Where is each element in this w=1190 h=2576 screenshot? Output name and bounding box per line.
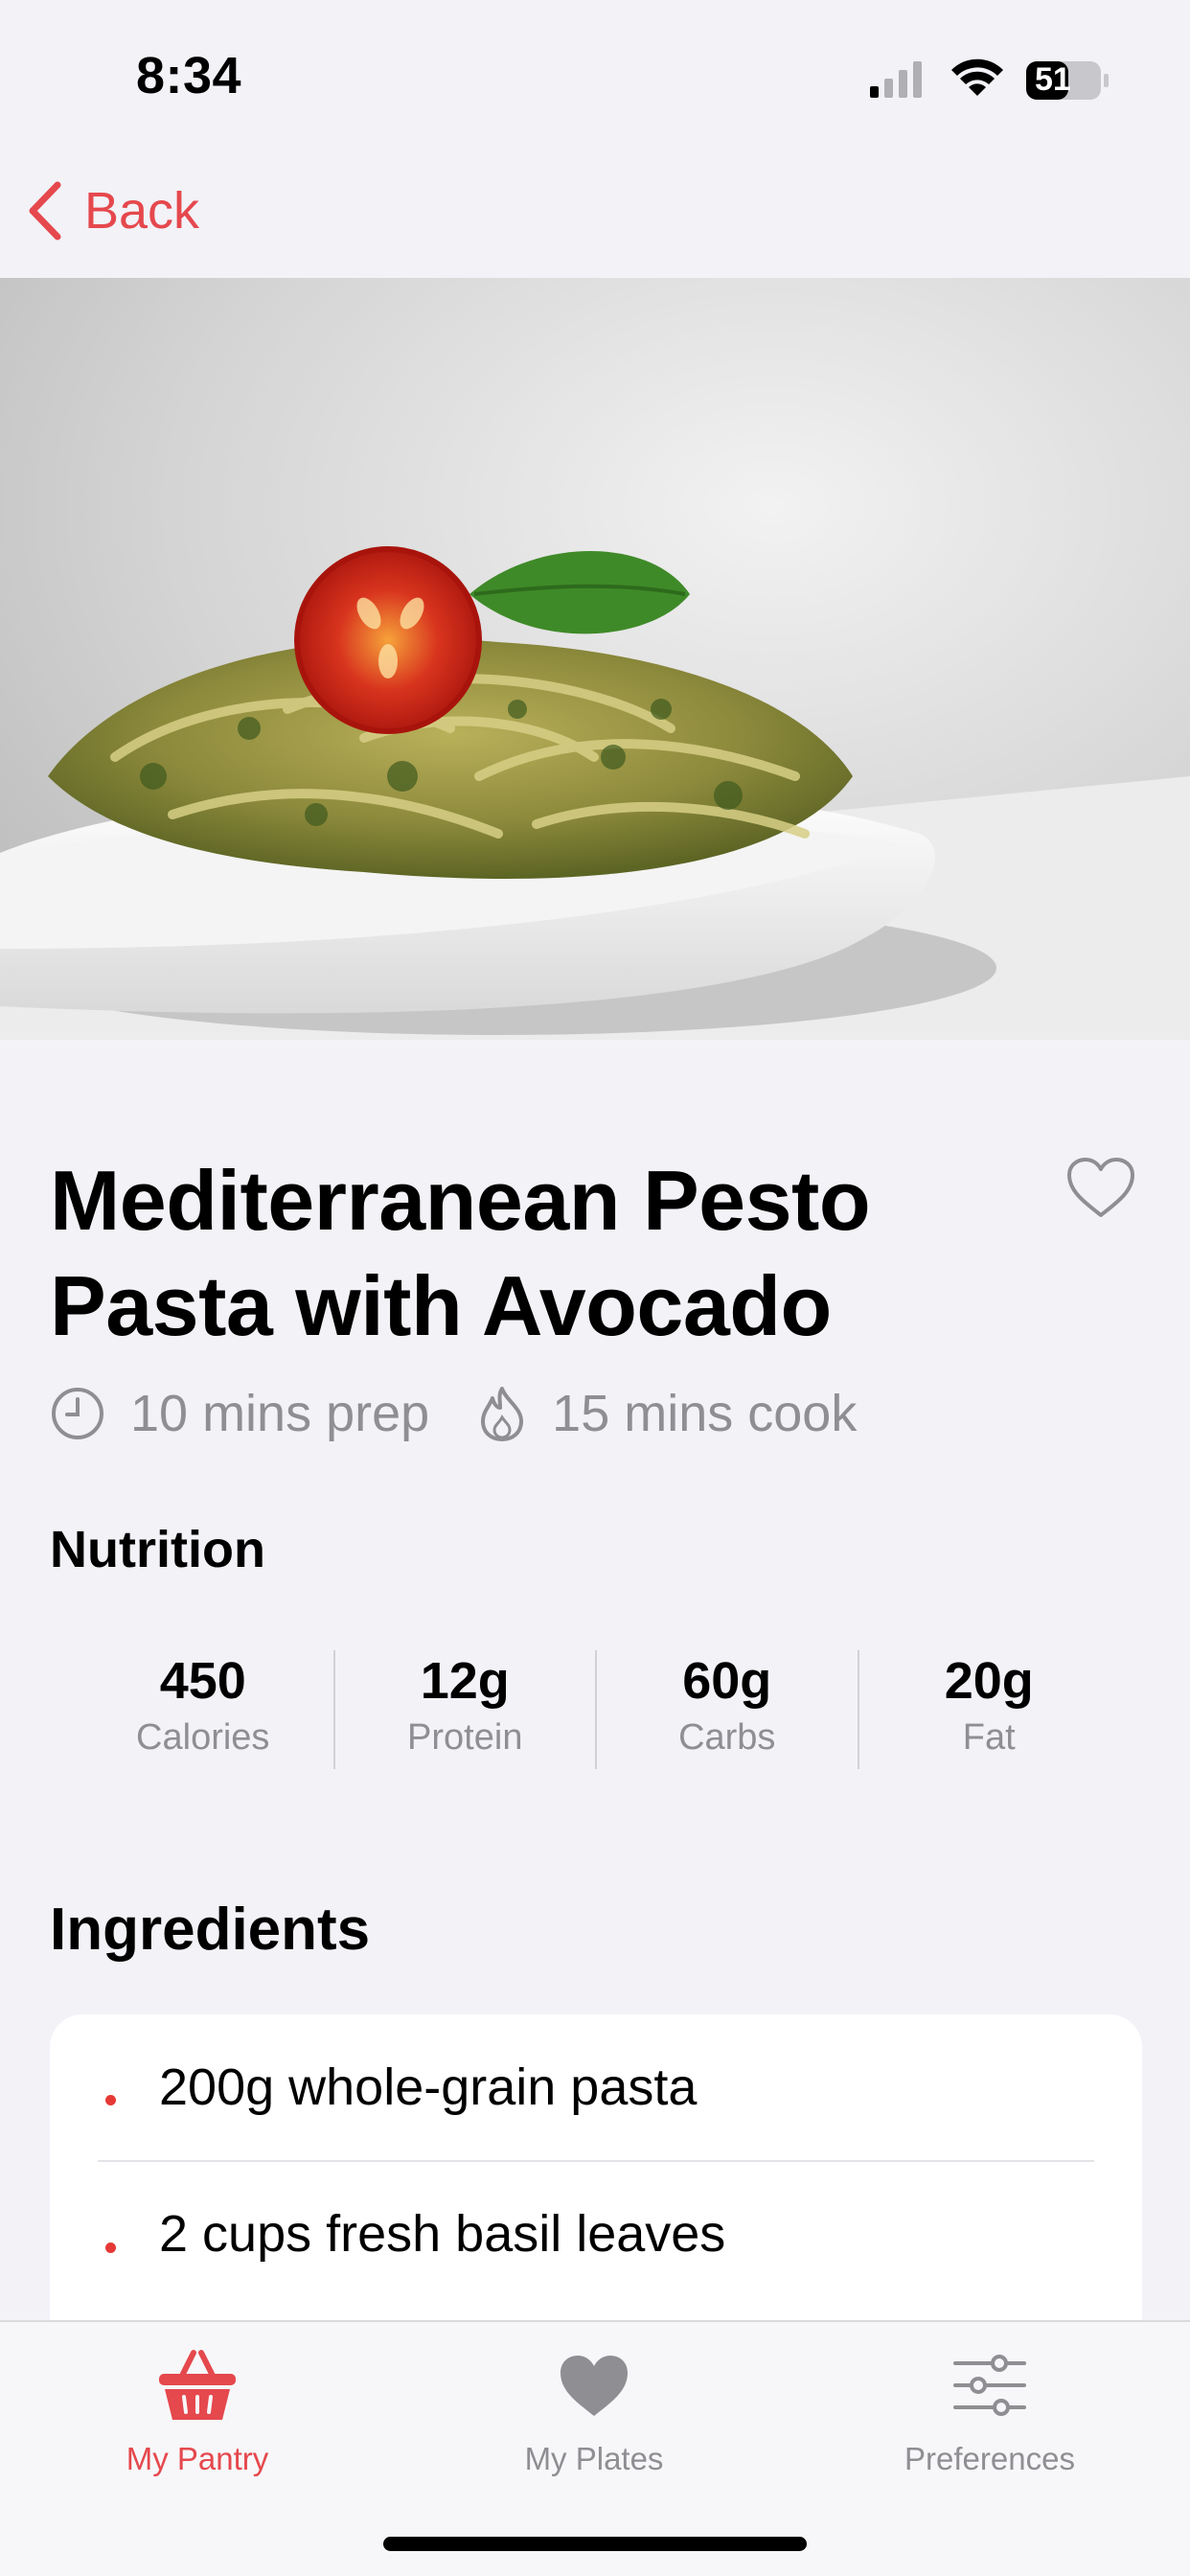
sliders-icon bbox=[953, 2355, 1026, 2416]
status-time: 8:34 bbox=[136, 47, 242, 104]
recipe-hero-image bbox=[0, 278, 1190, 1040]
ingredients-heading: Ingredients bbox=[50, 1897, 371, 1963]
chevron-left-icon bbox=[29, 181, 61, 241]
prep-time: 10 mins prep bbox=[50, 1384, 429, 1443]
signal-icon bbox=[870, 61, 922, 98]
tab-my-pantry[interactable]: My Pantry bbox=[54, 2339, 341, 2493]
prep-time-label: 10 mins prep bbox=[130, 1385, 430, 1442]
tab-label: My Plates bbox=[524, 2441, 664, 2476]
nutrient-value: 60g bbox=[682, 1652, 772, 1710]
cook-time-label: 15 mins cook bbox=[552, 1385, 858, 1442]
nutrient-calories: 450 Calories bbox=[73, 1650, 335, 1769]
tab-bar: My Pantry My Plates Preferences bbox=[0, 2320, 1190, 2576]
heart-icon bbox=[561, 2356, 628, 2416]
nutrition-heading: Nutrition bbox=[50, 1521, 265, 1578]
recipe-meta: 10 mins prep 15 mins cook bbox=[50, 1380, 904, 1447]
status-bar: 8:34 51 bbox=[0, 0, 1190, 153]
tab-preferences[interactable]: Preferences bbox=[846, 2339, 1133, 2493]
battery-level: 51 bbox=[1035, 61, 1071, 98]
pasta-bowl-illustration bbox=[0, 546, 1190, 1040]
tab-label: Preferences bbox=[904, 2441, 1075, 2476]
nutrient-fat: 20g Fat bbox=[859, 1650, 1120, 1769]
recipe-title-line-2: Pasta with Avocado bbox=[50, 1258, 832, 1353]
favorite-heart-icon[interactable] bbox=[1065, 1156, 1136, 1219]
basket-icon bbox=[159, 2350, 236, 2420]
recipe-title-line-1: Mediterranean Pesto bbox=[50, 1153, 871, 1248]
bullet-icon bbox=[105, 2095, 116, 2105]
back-label: Back bbox=[84, 182, 200, 240]
nutrient-value: 20g bbox=[944, 1652, 1034, 1710]
back-button[interactable]: Back bbox=[25, 176, 199, 245]
nutrition-row: 450 Calories 12g Protein 60g Carbs 20g F… bbox=[73, 1650, 1119, 1769]
ingredient-text: 2 cups fresh basil leaves bbox=[159, 2205, 726, 2263]
flame-icon bbox=[481, 1387, 524, 1441]
home-indicator bbox=[383, 2537, 807, 2551]
ingredient-item: 2 cups fresh basil leaves bbox=[98, 2160, 1094, 2306]
nutrient-label: Fat bbox=[962, 1717, 1016, 1758]
nutrient-label: Protein bbox=[407, 1717, 523, 1758]
clock-icon bbox=[52, 1388, 103, 1439]
ingredient-item: 200g whole-grain pasta bbox=[98, 2014, 1094, 2160]
nutrient-protein: 12g Protein bbox=[335, 1650, 597, 1769]
cook-time: 15 mins cook bbox=[477, 1384, 857, 1443]
nutrient-label: Calories bbox=[136, 1717, 270, 1758]
nutrient-value: 12g bbox=[420, 1652, 510, 1710]
recipe-title: Mediterranean Pesto Pasta with Avocado bbox=[50, 1148, 989, 1359]
tab-my-plates[interactable]: My Plates bbox=[450, 2339, 738, 2493]
nutrient-label: Carbs bbox=[678, 1717, 776, 1758]
tab-label: My Pantry bbox=[126, 2441, 269, 2476]
nutrient-value: 450 bbox=[159, 1652, 246, 1710]
nutrient-carbs: 60g Carbs bbox=[597, 1650, 859, 1769]
wifi-icon bbox=[951, 58, 1003, 96]
ingredient-text: 200g whole-grain pasta bbox=[159, 2058, 698, 2116]
bullet-icon bbox=[105, 2242, 116, 2253]
